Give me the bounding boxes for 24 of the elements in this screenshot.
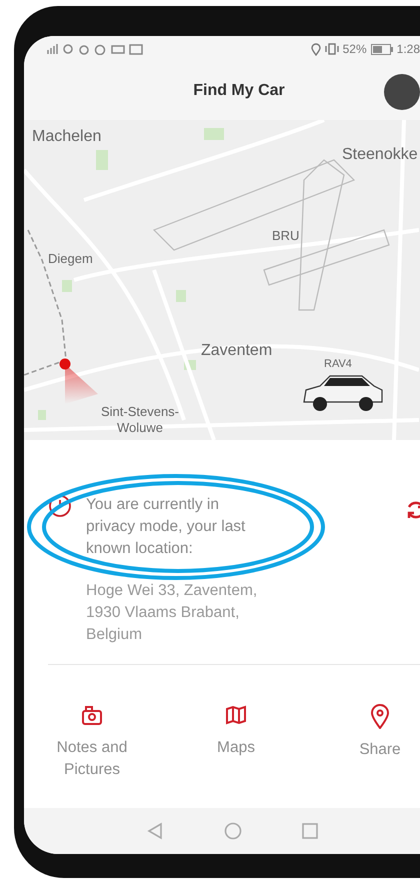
clock-time: 1:28 (396, 42, 420, 56)
map-place-label: Sint-Stevens-Woluwe (100, 404, 180, 436)
map-place-label: Diegem (48, 251, 93, 266)
action-button[interactable]: Share (332, 703, 420, 781)
location-pin-icon (369, 703, 391, 729)
map-place-label: Machelen (32, 128, 102, 146)
last-known-address: Hoge Wei 33, Zaventem, 1930 Vlaams Brabant, Belgium (86, 581, 258, 645)
location-icon (310, 42, 321, 56)
map-view[interactable]: Machelen Steenokke BRU Diegem Zaventem Sint-Stevens-Woluwe RAV4 (24, 120, 420, 440)
camera-icon (80, 703, 104, 727)
action-button[interactable]: Notes and Pictures (44, 703, 140, 781)
map-icon (224, 703, 248, 727)
map-place-label: BRU (272, 228, 300, 243)
info-icon (48, 494, 72, 518)
privacy-message: You are currently in privacy mode, your last known location: (86, 495, 246, 559)
map-place-label: Zaventem (201, 342, 272, 360)
battery-percentage: 52% (342, 42, 367, 56)
action-button[interactable]: Maps (188, 703, 284, 781)
battery-icon (370, 44, 393, 54)
car-label: RAV4 (324, 358, 352, 370)
vibrate-icon (324, 43, 339, 55)
map-place-label: Steenokke (342, 146, 418, 164)
screen-title: Find My Car (193, 82, 285, 100)
location-marker-drawing (58, 358, 100, 404)
